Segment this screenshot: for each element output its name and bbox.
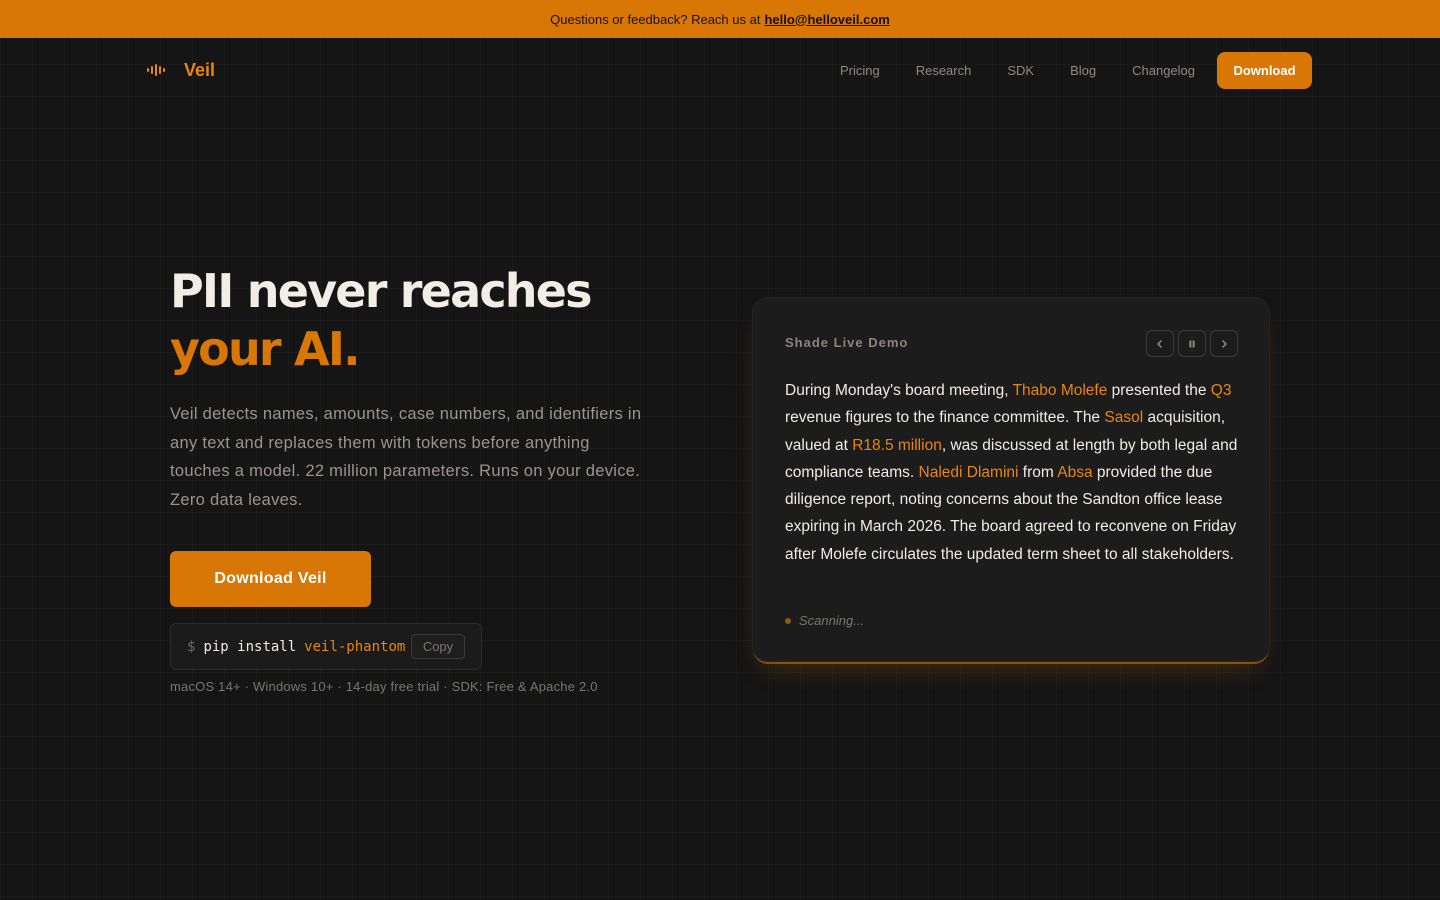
package-name: veil-phantom	[304, 638, 406, 655]
brand-logo[interactable]: Veil	[146, 58, 215, 82]
nav-link-research[interactable]: Research	[916, 63, 972, 78]
chevron-right-icon	[1222, 339, 1227, 348]
demo-title: Shade Live Demo	[785, 335, 909, 350]
hero-description: Veil detects names, amounts, case number…	[170, 405, 642, 509]
pii-highlight: Thabo Molefe	[1012, 382, 1108, 399]
shell-prompt: $	[187, 638, 196, 655]
scan-status: Scanning...	[785, 613, 864, 628]
previous-button[interactable]	[1146, 330, 1174, 357]
banner-email-link[interactable]: hello@helloveil.com	[764, 12, 889, 27]
download-veil-button[interactable]: Download Veil	[170, 551, 371, 607]
nav-link-sdk[interactable]: SDK	[1007, 63, 1034, 78]
status-dot-icon	[785, 617, 791, 624]
pii-highlight: Absa	[1057, 463, 1093, 481]
nav-link-changelog[interactable]: Changelog	[1132, 63, 1195, 78]
nav-link-blog[interactable]: Blog	[1070, 63, 1096, 78]
waveform-icon	[147, 64, 165, 76]
banner-text: Questions or feedback? Reach us at	[550, 11, 761, 27]
hero-title: PII never reaches your AI.	[170, 262, 690, 378]
pii-highlight: Naledi Dlamini	[918, 463, 1019, 481]
pause-button[interactable]	[1178, 330, 1206, 357]
copy-button[interactable]: Copy	[411, 634, 465, 659]
demo-text-segment: from	[1018, 463, 1058, 481]
nav-link-pricing[interactable]: Pricing	[840, 63, 880, 78]
next-button[interactable]	[1210, 330, 1238, 357]
demo-controls	[1146, 330, 1238, 357]
demo-text-segment: revenue figures to the finance committee…	[785, 409, 1105, 427]
chevron-left-icon	[1157, 339, 1162, 348]
pii-highlight: Sasol	[1104, 409, 1144, 427]
demo-text-segment: presented the	[1107, 382, 1211, 399]
hero-title-line1: PII never reaches	[170, 264, 593, 318]
pause-icon	[1189, 340, 1195, 347]
demo-card: Shade Live Demo During Monday's board me…	[752, 297, 1270, 662]
top-nav: Veil Pricing Research SDK Blog Changelog…	[0, 38, 1440, 102]
brand-name: Veil	[184, 59, 216, 80]
install-command-text: pip install	[203, 638, 297, 655]
install-command: $ pip install veil-phantom Copy	[170, 623, 482, 670]
pii-highlight: Q3	[1210, 382, 1232, 399]
demo-text: During Monday's board meeting, Thabo Mol…	[785, 377, 1245, 568]
hero-title-line2: your AI.	[170, 322, 361, 376]
announcement-banner: Questions or feedback? Reach us at hello…	[0, 0, 1440, 38]
nav-download-button[interactable]: Download	[1217, 52, 1312, 89]
nav-links: Pricing Research SDK Blog Changelog Down…	[840, 52, 1312, 89]
platform-info: macOS 14+ · Windows 10+ · 14-day free tr…	[170, 679, 598, 694]
pii-highlight: R18.5 million	[852, 436, 942, 454]
demo-text-segment: During Monday's board meeting,	[785, 382, 1013, 399]
scan-status-text: Scanning...	[799, 613, 865, 628]
